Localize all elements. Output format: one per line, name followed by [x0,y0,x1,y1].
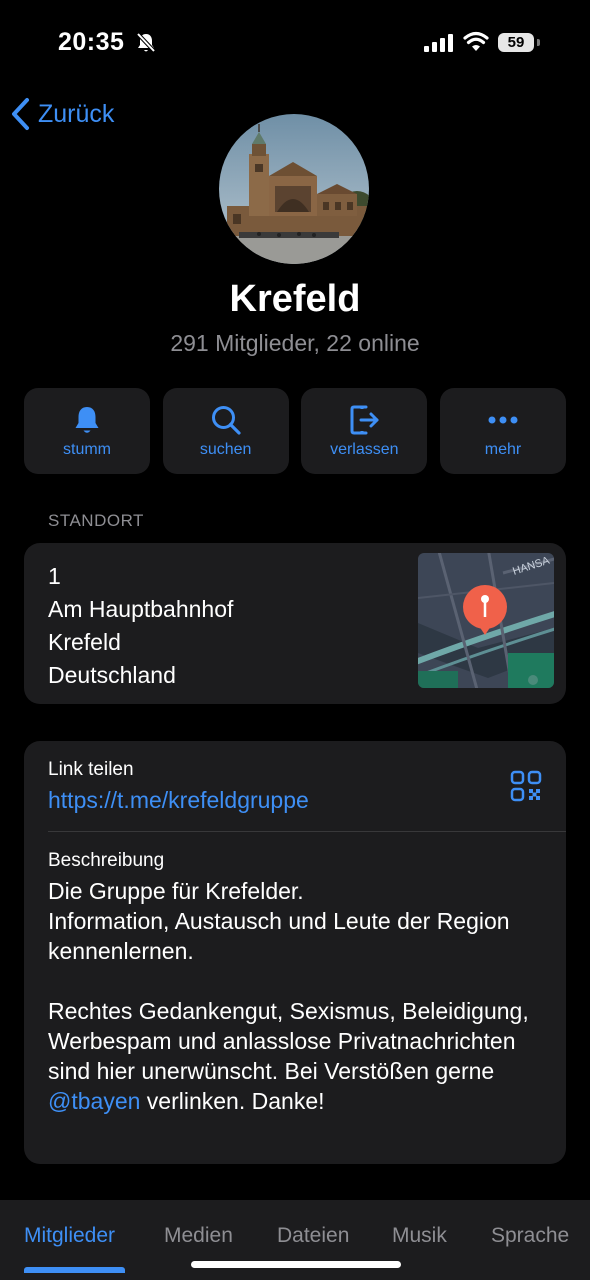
battery-indicator: 59 [498,33,534,52]
search-icon [211,406,241,435]
status-bar: 20:35 59 [0,0,590,88]
back-label: Zurück [38,99,115,128]
info-card: Link teilen https://t.me/krefeldgruppe B… [24,741,566,1164]
group-info-screen: 20:35 59 Zurück Krefeld 291 Mitglieder, … [0,0,590,1280]
wifi-icon [463,31,489,51]
map-image: HANSA [418,553,554,688]
address: 1 Am Hauptbahnhof Krefeld Deutschland [48,560,233,692]
bell-muted-icon [136,32,156,53]
leave-icon [350,405,379,435]
address-line-1: 1 [48,563,61,589]
leave-button[interactable]: verlassen [301,388,428,474]
active-tab-indicator [24,1267,125,1273]
avatar-image [219,114,369,264]
tab-voice[interactable]: Sprache [491,1224,569,1248]
mute-button[interactable]: stumm [24,388,150,474]
more-button[interactable]: mehr [439,388,566,474]
group-avatar[interactable] [219,114,369,264]
search-button[interactable]: suchen [162,388,289,474]
tab-music[interactable]: Musik [392,1224,447,1248]
status-time: 20:35 [58,28,125,56]
divider [48,831,566,832]
link-label: Link teilen [48,759,134,780]
back-button[interactable]: Zurück [10,96,114,132]
description-label: Beschreibung [48,850,165,871]
home-indicator[interactable] [191,1261,401,1268]
mute-label: stumm [63,441,111,458]
group-title: Krefeld [229,278,361,320]
map-thumbnail[interactable]: HANSA [418,553,554,688]
tab-media[interactable]: Medien [164,1224,233,1248]
more-icon [488,416,518,424]
mention-link[interactable]: @tbayen [48,1088,140,1114]
address-line-4: Deutschland [48,662,176,688]
battery-cap [537,39,540,46]
description-part-1: Die Gruppe für Krefelder. Information, A… [48,878,529,1084]
description-part-2: verlinken. Danke! [140,1088,325,1114]
bell-icon [75,407,99,433]
more-label: mehr [484,441,522,458]
action-bar: stumm suchen verlassen mehr [24,388,566,474]
leave-label: verlassen [330,441,399,458]
address-line-3: Krefeld [48,629,121,655]
address-line-2: Am Hauptbahnhof [48,596,234,622]
tab-members[interactable]: Mitglieder [24,1224,115,1248]
description-text: Die Gruppe für Krefelder. Information, A… [48,876,548,1116]
location-card[interactable]: 1 Am Hauptbahnhof Krefeld Deutschland HA… [24,543,566,704]
search-label: suchen [199,441,252,458]
location-header: STANDORT [48,511,144,530]
media-tab-bar: Mitglieder Medien Dateien Musik Sprache [0,1200,590,1280]
chevron-left-icon [12,98,29,130]
qr-code-icon[interactable] [510,770,542,802]
tab-files[interactable]: Dateien [277,1224,349,1248]
group-subtitle: 291 Mitglieder, 22 online [170,330,420,356]
cellular-signal-icon [424,34,453,52]
invite-link[interactable]: https://t.me/krefeldgruppe [48,787,309,814]
